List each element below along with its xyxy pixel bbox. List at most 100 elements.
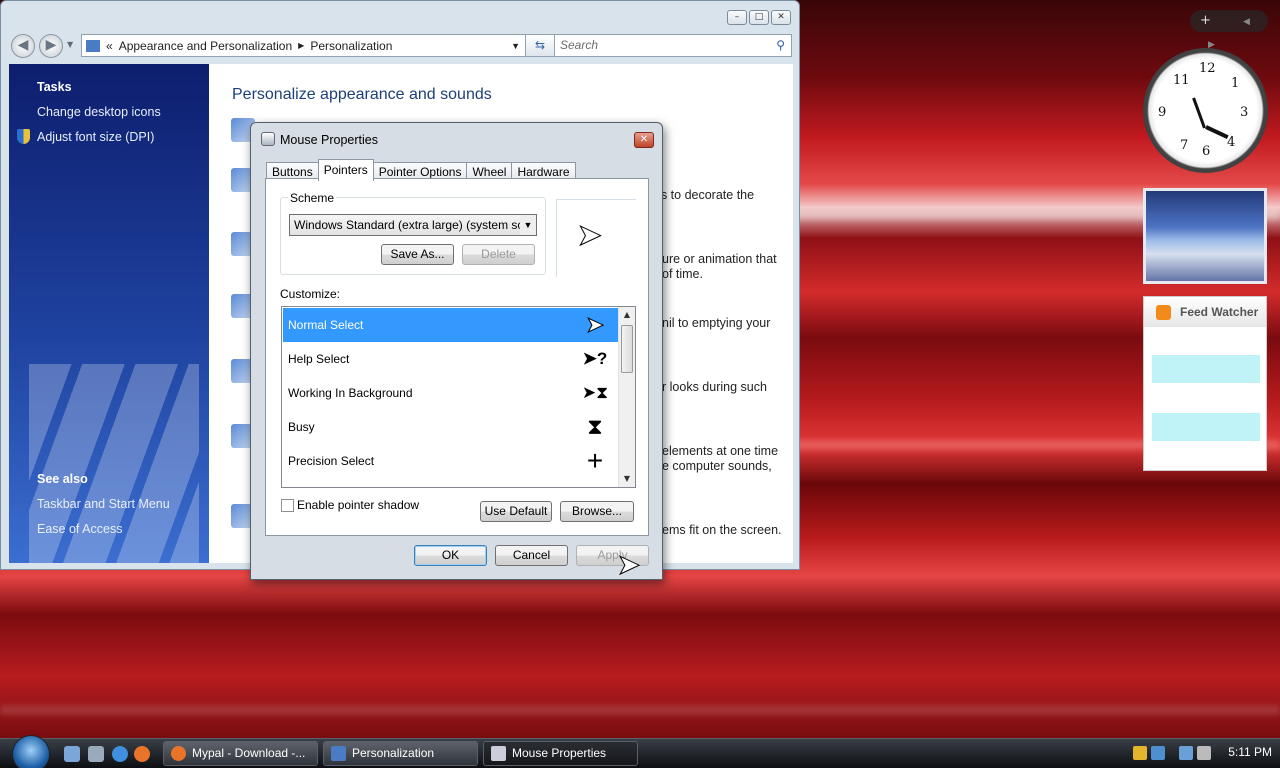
taskbar-item-label: Mouse Properties [512, 746, 607, 760]
add-gadget-icon[interactable]: + [1200, 13, 1211, 28]
scroll-thumb[interactable] [621, 325, 633, 373]
arrow-cursor-icon: ➤ [585, 312, 605, 338]
taskbar: Mypal - Download -... Personalization Mo… [0, 735, 1280, 768]
rss-icon [1156, 305, 1171, 320]
search-input[interactable]: Search ⚲ [554, 34, 792, 57]
use-default-button[interactable]: Use Default [480, 501, 552, 522]
forward-button[interactable]: ▶ [39, 34, 63, 58]
recent-pages-icon[interactable]: ▼ [67, 40, 73, 49]
back-button[interactable]: ◀ [11, 34, 35, 58]
refresh-button[interactable]: ⇆ [525, 34, 555, 57]
minimize-button[interactable]: – [727, 10, 747, 25]
uac-shield-icon [17, 129, 30, 144]
window-controls: – □ ✕ [727, 10, 791, 25]
scheme-value: Windows Standard (extra large) (system s… [294, 218, 537, 232]
delete-button[interactable]: Delete [462, 244, 535, 265]
clock-time[interactable]: 5:11 PM [1228, 745, 1272, 759]
crosshair-icon: + [586, 445, 604, 476]
dialog-title: Mouse Properties [280, 133, 378, 147]
list-item[interactable]: Help Select ➤? [283, 342, 618, 376]
scroll-down-icon[interactable]: ▼ [619, 471, 635, 487]
background-description: es to decorate the [654, 188, 755, 202]
taskbar-start-menu-link[interactable]: Taskbar and Start Menu [37, 497, 170, 511]
list-item[interactable]: Busy ⧗ [283, 410, 618, 444]
scheme-select[interactable]: Windows Standard (extra large) (system s… [289, 214, 537, 236]
internet-explorer-icon[interactable] [112, 746, 128, 762]
sidebar-controls: + ◀ ▶ [1190, 10, 1268, 50]
slideshow-gadget[interactable] [1143, 188, 1267, 284]
ok-button[interactable]: OK [414, 545, 487, 566]
working-cursor-icon: ➤⧗ [581, 383, 609, 402]
taskbar-item-label: Mypal - Download -... [192, 746, 306, 760]
address-bar[interactable]: « Appearance and Personalization ▶ Perso… [81, 34, 527, 57]
tab-pointers[interactable]: Pointers [317, 159, 374, 181]
network-icon[interactable] [1179, 746, 1193, 760]
taskbar-item-mouse-properties[interactable]: Mouse Properties [483, 741, 638, 766]
mouse-icon [261, 132, 275, 146]
list-item[interactable]: Normal Select ➤ [283, 308, 618, 342]
feed-item[interactable] [1152, 355, 1260, 383]
ease-of-access-link[interactable]: Ease of Access [37, 522, 122, 536]
switch-windows-icon[interactable] [88, 746, 104, 762]
help-cursor-icon: ➤? [582, 349, 608, 368]
list-item[interactable]: Working In Background ➤⧗ [283, 376, 618, 410]
list-item[interactable]: Precision Select + [283, 444, 618, 478]
cancel-button[interactable]: Cancel [495, 545, 568, 566]
taskbar-item-personalization[interactable]: Personalization [323, 741, 478, 766]
pointer-name: Busy [288, 420, 315, 434]
pointer-list[interactable]: Normal Select ➤ Help Select ➤? Working I… [281, 306, 636, 488]
arrow-cursor-preview-icon: ➤ [576, 218, 603, 254]
scroll-up-icon[interactable]: ▲ [619, 307, 635, 323]
customize-label: Customize: [280, 287, 341, 301]
theme-description-2: e computer sounds, [662, 459, 772, 473]
volume-muted-icon[interactable] [1197, 746, 1211, 760]
pointers-panel: Scheme Windows Standard (extra large) (s… [265, 178, 649, 536]
feed-item[interactable] [1152, 413, 1260, 441]
pointer-name: Precision Select [288, 454, 375, 468]
enable-shadow-checkbox[interactable] [281, 499, 294, 512]
show-desktop-icon[interactable] [64, 746, 80, 762]
search-icon[interactable]: ⚲ [776, 35, 785, 56]
breadcrumb-personalization[interactable]: Personalization [310, 39, 392, 53]
sounds-description: nil to emptying your [662, 316, 771, 330]
mouse-cursor-icon: ➤ [616, 548, 641, 582]
firefox-icon[interactable] [134, 746, 150, 762]
taskbar-item-mypal[interactable]: Mypal - Download -... [163, 741, 318, 766]
close-button[interactable]: ✕ [771, 10, 791, 25]
pointer-preview: ➤ [556, 199, 636, 277]
clock-minute-hand [1192, 97, 1206, 129]
taskbar-item-label: Personalization [352, 746, 435, 760]
dialog-close-button[interactable]: ✕ [634, 132, 654, 148]
see-also-header: See also [37, 472, 88, 486]
display-description: ems fit on the screen. [662, 523, 782, 537]
previous-icon[interactable]: ◀ [1243, 17, 1250, 27]
control-panel-icon [331, 746, 346, 761]
change-desktop-icons-link[interactable]: Change desktop icons [37, 105, 161, 119]
windows-defender-icon[interactable] [1151, 746, 1165, 760]
hourglass-icon: ⧗ [587, 414, 603, 439]
save-as-button[interactable]: Save As... [381, 244, 454, 265]
enable-shadow-label[interactable]: Enable pointer shadow [297, 498, 419, 512]
security-shield-icon[interactable] [1133, 746, 1147, 760]
screensaver-description: ure or animation that [662, 252, 777, 266]
address-prefix: « [106, 38, 113, 53]
address-dropdown-icon[interactable]: ▼ [511, 41, 520, 51]
clock-gadget[interactable]: 12 1 3 4 6 7 9 11 [1143, 48, 1268, 173]
start-button[interactable] [12, 735, 50, 768]
breadcrumb-appearance[interactable]: Appearance and Personalization [119, 39, 292, 53]
pointer-name: Working In Background [288, 386, 413, 400]
list-scrollbar[interactable]: ▲ ▼ [618, 307, 635, 487]
maximize-button[interactable]: □ [749, 10, 769, 25]
feed-watcher-gadget[interactable]: Feed Watcher [1143, 296, 1267, 471]
search-placeholder: Search [560, 38, 599, 52]
pointer-name: Help Select [288, 352, 350, 366]
task-pane: Tasks Change desktop icons Adjust font s… [9, 64, 209, 563]
chevron-down-icon: ▼ [520, 215, 536, 235]
theme-description: elements at one time [662, 444, 779, 458]
adjust-font-size-link[interactable]: Adjust font size (DPI) [37, 130, 154, 144]
page-title: Personalize appearance and sounds [232, 86, 492, 103]
pointers-description: r looks during such [662, 380, 767, 394]
mypal-icon [171, 746, 186, 761]
scheme-label: Scheme [288, 191, 337, 205]
browse-button[interactable]: Browse... [560, 501, 634, 522]
